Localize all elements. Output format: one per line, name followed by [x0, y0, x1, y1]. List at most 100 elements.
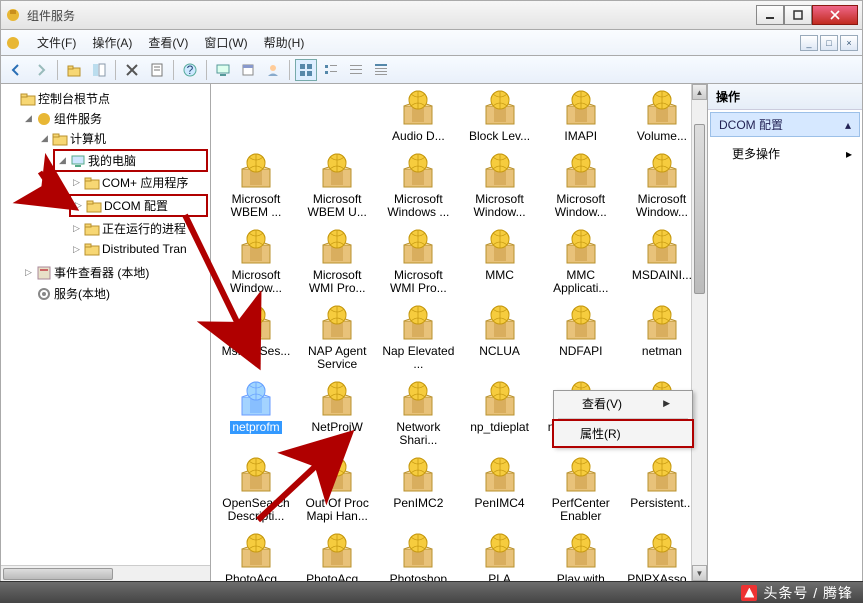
app-toolbar-button[interactable] [237, 59, 259, 81]
view-list-button[interactable] [345, 59, 367, 81]
list-item-empty [217, 86, 295, 145]
list-item-label: np_tdieplat [470, 421, 529, 434]
list-item[interactable]: Block Lev... [461, 86, 539, 145]
expand-icon[interactable]: ▷ [73, 200, 84, 211]
context-menu-view[interactable]: 查看(V) ▶ [554, 391, 692, 416]
list-item[interactable]: PLA [461, 529, 539, 581]
properties-toolbar-button[interactable] [146, 59, 168, 81]
mdi-restore-button[interactable]: □ [820, 35, 838, 51]
list-item[interactable]: Network Shari... [379, 377, 457, 449]
collapse-icon[interactable]: ◢ [57, 155, 68, 166]
list-item[interactable]: Microsoft WMI Pro... [379, 225, 457, 297]
list-item[interactable]: NCLUA [461, 301, 539, 373]
tree-event-viewer[interactable]: ▷事件查看器 (本地) [21, 263, 208, 282]
list-item[interactable]: Microsoft Window... [542, 149, 620, 221]
view-large-icons-button[interactable] [295, 59, 317, 81]
tree-my-computer-label: 我的电脑 [88, 152, 136, 169]
expand-icon[interactable]: ▷ [23, 267, 34, 278]
list-item[interactable]: PhotoAcq... [217, 529, 295, 581]
menu-action[interactable]: 操作(A) [84, 32, 140, 53]
up-level-button[interactable] [63, 59, 85, 81]
menu-window[interactable]: 窗口(W) [196, 32, 255, 53]
list-item-label: Network Shari... [381, 421, 455, 447]
expand-icon[interactable]: ▷ [71, 223, 82, 234]
actions-section[interactable]: DCOM 配置 ▴ [710, 112, 860, 137]
list-item[interactable]: Microsoft Window... [217, 225, 295, 297]
expand-icon[interactable]: ▷ [71, 244, 82, 255]
list-item[interactable]: Volume... [623, 86, 701, 145]
expand-icon[interactable]: ▷ [71, 177, 82, 188]
menu-view[interactable]: 查看(V) [140, 32, 196, 53]
list-item-label: MsRdpSes... [222, 345, 291, 358]
list-item[interactable]: NDFAPI [542, 301, 620, 373]
actions-header: 操作 [708, 84, 862, 110]
nav-forward-button[interactable] [30, 59, 52, 81]
list-item[interactable]: PhotoAcq... [298, 529, 376, 581]
tree-computers[interactable]: ◢ 计算机 [37, 129, 208, 148]
package-icon [398, 379, 438, 419]
list-item[interactable]: OpenSearch Descripti... [217, 453, 295, 525]
list-item[interactable]: netman [623, 301, 701, 373]
maximize-button[interactable] [784, 5, 812, 25]
list-item[interactable]: PerfCenter Enabler [542, 453, 620, 525]
close-button[interactable] [812, 5, 858, 25]
show-tree-button[interactable] [88, 59, 110, 81]
collapse-icon[interactable]: ◢ [39, 133, 50, 144]
list-item[interactable]: Microsoft Windows ... [379, 149, 457, 221]
tree-root[interactable]: 控制台根节点 [5, 89, 208, 108]
scroll-down-button[interactable]: ▼ [692, 565, 707, 581]
nav-back-button[interactable] [5, 59, 27, 81]
list-item[interactable]: NAP Agent Service [298, 301, 376, 373]
list-item[interactable]: Nap Elevated ... [379, 301, 457, 373]
list-item[interactable]: MMC [461, 225, 539, 297]
list-item[interactable]: IMAPI [542, 86, 620, 145]
list-item[interactable]: Microsoft Window... [461, 149, 539, 221]
minimize-button[interactable] [756, 5, 784, 25]
list-item[interactable]: MsRdpSes... [217, 301, 295, 373]
mdi-minimize-button[interactable]: _ [800, 35, 818, 51]
list-vertical-scrollbar[interactable]: ▲ ▼ [691, 84, 707, 581]
list-pane[interactable]: Audio D...Block Lev...IMAPIVolume...Micr… [211, 84, 707, 581]
collapse-icon[interactable]: ◢ [23, 113, 34, 124]
tree-my-computer[interactable]: ◢ 我的电脑 [53, 149, 208, 172]
actions-more[interactable]: 更多操作 ▸ [708, 139, 862, 168]
tree-running-procs[interactable]: ▷正在运行的进程 [69, 219, 208, 238]
list-item[interactable]: Play with Windo... [542, 529, 620, 581]
computer-toolbar-button[interactable] [212, 59, 234, 81]
users-toolbar-button[interactable] [262, 59, 284, 81]
list-item[interactable]: Photoshop JPEGSave... [379, 529, 457, 581]
list-item[interactable]: Audio D... [379, 86, 457, 145]
list-item[interactable]: np_tdieplat [461, 377, 539, 449]
scroll-thumb[interactable] [694, 124, 705, 294]
mdi-close-button[interactable]: × [840, 35, 858, 51]
tree-horizontal-scrollbar[interactable] [1, 565, 210, 581]
tree-component-services[interactable]: ◢ 组件服务 [21, 109, 208, 128]
list-item[interactable]: netprofm [217, 377, 295, 449]
tree-com-apps[interactable]: ▷COM+ 应用程序 [69, 173, 208, 192]
tree-distributed-tran[interactable]: ▷Distributed Tran [69, 240, 208, 258]
list-item[interactable]: Persistent... [623, 453, 701, 525]
context-menu-properties[interactable]: 属性(R) [552, 419, 694, 448]
menu-help[interactable]: 帮助(H) [256, 32, 313, 53]
tree-dcom-config[interactable]: ▷DCOM 配置 [69, 194, 208, 217]
scroll-up-button[interactable]: ▲ [692, 84, 707, 100]
list-item[interactable]: PenIMC2 [379, 453, 457, 525]
tree-services[interactable]: 服务(本地) [21, 284, 208, 303]
list-item[interactable]: Microsoft WMI Pro... [298, 225, 376, 297]
list-item[interactable]: PenIMC4 [461, 453, 539, 525]
list-item[interactable]: MSDAINI... [623, 225, 701, 297]
list-item[interactable]: Microsoft Window... [623, 149, 701, 221]
list-item[interactable]: Microsoft WBEM U... [298, 149, 376, 221]
list-item[interactable]: MMC Applicati... [542, 225, 620, 297]
menu-file[interactable]: 文件(F) [29, 32, 84, 53]
tree-pane[interactable]: 控制台根节点 ◢ 组件服务 ◢ [1, 84, 211, 581]
view-details-button[interactable] [370, 59, 392, 81]
list-item[interactable]: Microsoft WBEM ... [217, 149, 295, 221]
view-small-icons-button[interactable] [320, 59, 342, 81]
list-item[interactable]: Out Of Proc Mapi Han... [298, 453, 376, 525]
list-item-label: PenIMC2 [393, 497, 443, 510]
delete-button[interactable] [121, 59, 143, 81]
list-item[interactable]: PNPXAsso... [623, 529, 701, 581]
list-item[interactable]: NetProjW [298, 377, 376, 449]
help-toolbar-button[interactable]: ? [179, 59, 201, 81]
